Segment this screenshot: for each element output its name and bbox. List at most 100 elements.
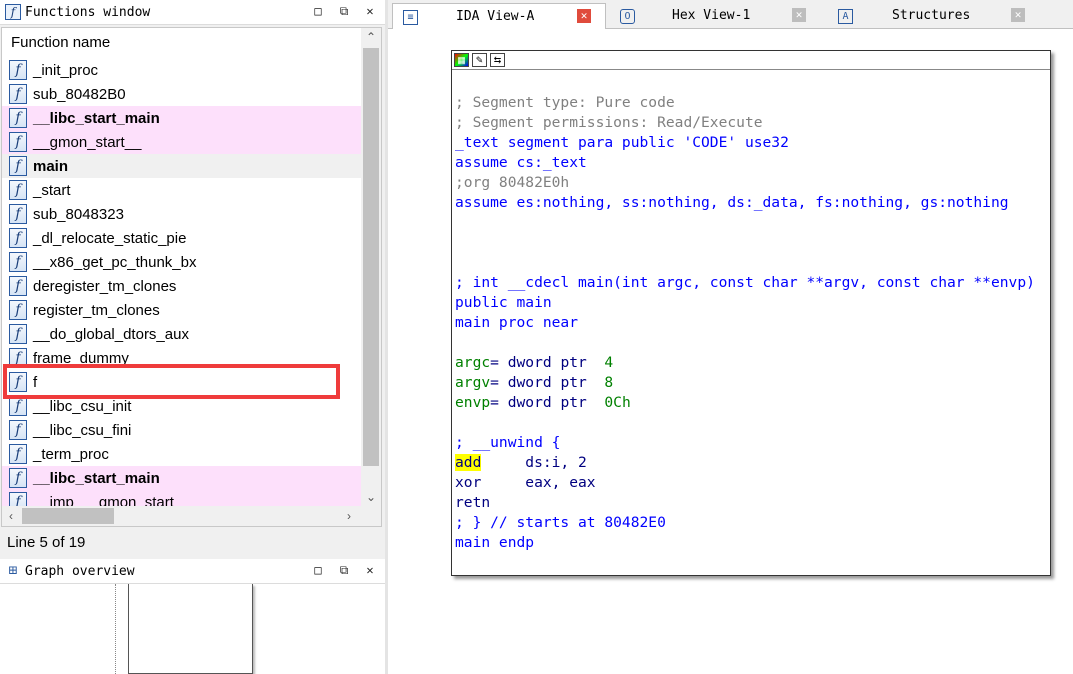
code-line[interactable]: _text segment para public 'CODE' use32 — [455, 133, 1035, 153]
code-line[interactable]: argv= dword ptr 8 — [455, 373, 1035, 393]
tab-hex-view-1[interactable]: O Hex View-1 ✕ — [610, 3, 824, 29]
function-row[interactable]: f deregister_tm_clones — [2, 274, 362, 298]
code-line[interactable] — [455, 413, 1035, 433]
column-header-function-name[interactable]: Function name — [2, 28, 362, 58]
graph-maximize-button[interactable]: □ — [311, 563, 325, 578]
code-line[interactable]: assume es:nothing, ss:nothing, ds:_data,… — [455, 193, 1035, 213]
close-button[interactable]: ✕ — [363, 4, 377, 19]
code-line[interactable]: retn — [455, 493, 1035, 513]
color-icon[interactable]: ▦ — [454, 53, 469, 67]
function-name: register_tm_clones — [33, 301, 160, 319]
code-token: ; Segment type: Pure code — [455, 94, 675, 111]
graph-overview-canvas[interactable] — [0, 584, 385, 674]
code-line[interactable] — [455, 333, 1035, 353]
code-line[interactable]: ;org 80482E0h — [455, 173, 1035, 193]
scroll-left-icon[interactable]: ‹ — [2, 506, 20, 526]
code-line[interactable]: ; int __cdecl main(int argc, const char … — [455, 273, 1035, 293]
graph-restore-button[interactable]: ⧉ — [337, 563, 351, 578]
code-line[interactable]: public main — [455, 293, 1035, 313]
code-line[interactable]: main proc near — [455, 313, 1035, 333]
function-row[interactable]: f _dl_relocate_static_pie — [2, 226, 362, 250]
code-token: = dword ptr — [490, 374, 605, 391]
function-row[interactable]: f _init_proc — [2, 58, 362, 82]
graph-overview-guide — [115, 584, 116, 674]
close-icon[interactable]: ✕ — [577, 9, 591, 23]
disassembly-listing[interactable]: ; Segment type: Pure code ; Segment permi… — [455, 93, 1035, 553]
code-token: 8 — [604, 374, 614, 391]
function-name: _init_proc — [33, 61, 99, 79]
functions-window-titlebar[interactable]: f Functions window □ ⧉ ✕ — [0, 0, 385, 25]
title-buttons: □ ⧉ ✕ — [311, 4, 377, 19]
code-block-window[interactable]: ▦ ✎ ⇆ ; Segment type: Pure code; Segment… — [451, 50, 1051, 576]
edit-icon[interactable]: ✎ — [472, 53, 487, 67]
function-list[interactable]: Function name f _init_proc f sub_80482B0 f __… — [1, 27, 382, 527]
code-token: public main — [455, 294, 552, 311]
graph-overview-viewport[interactable] — [128, 584, 253, 674]
function-name: _dl_relocate_static_pie — [33, 229, 187, 247]
code-line[interactable] — [455, 213, 1035, 233]
function-icon: f — [9, 468, 27, 488]
function-row[interactable]: f __gmon_start__ — [2, 130, 362, 154]
close-icon[interactable]: ✕ — [792, 8, 806, 22]
function-icon: f — [9, 60, 27, 80]
functions-window-title: Functions window — [25, 4, 151, 20]
function-name: __libc_csu_fini — [33, 421, 132, 439]
function-row[interactable]: f _start — [2, 178, 362, 202]
function-row[interactable]: f __x86_get_pc_thunk_bx — [2, 250, 362, 274]
code-token: _text segment para public 'CODE' use32 — [455, 134, 789, 151]
function-row[interactable]: f __libc_start_main — [2, 466, 362, 490]
restore-button[interactable]: ⧉ — [337, 4, 351, 19]
graph-close-button[interactable]: ✕ — [363, 563, 377, 578]
function-name: _start — [33, 181, 71, 199]
code-line[interactable]: xor eax, eax — [455, 473, 1035, 493]
code-line[interactable]: ; Segment type: Pure code — [455, 93, 1035, 113]
function-row[interactable]: f register_tm_clones — [2, 298, 362, 322]
vertical-scroll-thumb[interactable] — [363, 48, 379, 466]
code-line[interactable]: argc= dword ptr 4 — [455, 353, 1035, 373]
ida-view-a[interactable]: ▦ ✎ ⇆ ; Segment type: Pure code; Segment… — [388, 29, 1073, 674]
function-row[interactable]: f __libc_start_main — [2, 106, 362, 130]
code-line[interactable]: ; } // starts at 80482E0 — [455, 513, 1035, 533]
tab-ida-view-a[interactable]: ≡ IDA View-A ✕ — [392, 3, 606, 30]
function-row[interactable]: f sub_80482B0 — [2, 82, 362, 106]
code-line[interactable]: assume cs:_text — [455, 153, 1035, 173]
function-icon: f — [9, 180, 27, 200]
code-token: 4 — [604, 354, 614, 371]
graph-link-icon[interactable]: ⇆ — [490, 53, 505, 67]
function-row[interactable]: f __libc_csu_fini — [2, 418, 362, 442]
code-line[interactable] — [455, 253, 1035, 273]
code-line[interactable]: main endp — [455, 533, 1035, 553]
function-row[interactable]: f _term_proc — [2, 442, 362, 466]
code-token: ds:i, 2 — [481, 454, 587, 471]
function-rows: f _init_proc f sub_80482B0 f __libc_start_mai… — [2, 58, 362, 514]
function-row[interactable]: f sub_8048323 — [2, 202, 362, 226]
code-line[interactable]: add ds:i, 2 — [455, 453, 1035, 473]
function-icon: f — [9, 396, 27, 416]
graph-title-buttons: □ ⧉ ✕ — [311, 563, 377, 578]
scroll-down-icon[interactable]: ⌄ — [361, 488, 381, 506]
horizontal-scrollbar[interactable]: ‹ › — [2, 506, 381, 526]
scroll-right-icon[interactable]: › — [340, 506, 358, 526]
struct-icon: A — [838, 8, 853, 24]
function-icon: f — [9, 156, 27, 176]
scroll-up-icon[interactable]: ⌃ — [361, 28, 381, 46]
function-icon: f — [9, 204, 27, 224]
code-line[interactable]: ; Segment permissions: Read/Execute — [455, 113, 1035, 133]
function-icon: f — [9, 444, 27, 464]
code-line[interactable]: ; __unwind { — [455, 433, 1035, 453]
vertical-scrollbar[interactable]: ⌃ ⌄ — [361, 28, 381, 506]
function-icon: f — [9, 132, 27, 152]
code-token: xor eax, eax — [455, 474, 596, 491]
code-token: ; Segment permissions: Read/Execute — [455, 114, 763, 131]
function-row[interactable]: f __do_global_dtors_aux — [2, 322, 362, 346]
tab-structures[interactable]: A Structures ✕ — [828, 3, 1038, 29]
function-name: __do_global_dtors_aux — [33, 325, 189, 343]
code-line[interactable]: envp= dword ptr 0Ch — [455, 393, 1035, 413]
maximize-button[interactable]: □ — [311, 4, 325, 19]
horizontal-scroll-thumb[interactable] — [22, 508, 114, 524]
code-line[interactable] — [455, 233, 1035, 253]
function-icon: f — [9, 228, 27, 248]
graph-overview-titlebar[interactable]: ⊞ Graph overview □ ⧉ ✕ — [0, 559, 385, 584]
close-icon[interactable]: ✕ — [1011, 8, 1025, 22]
function-row[interactable]: f main — [2, 154, 362, 178]
